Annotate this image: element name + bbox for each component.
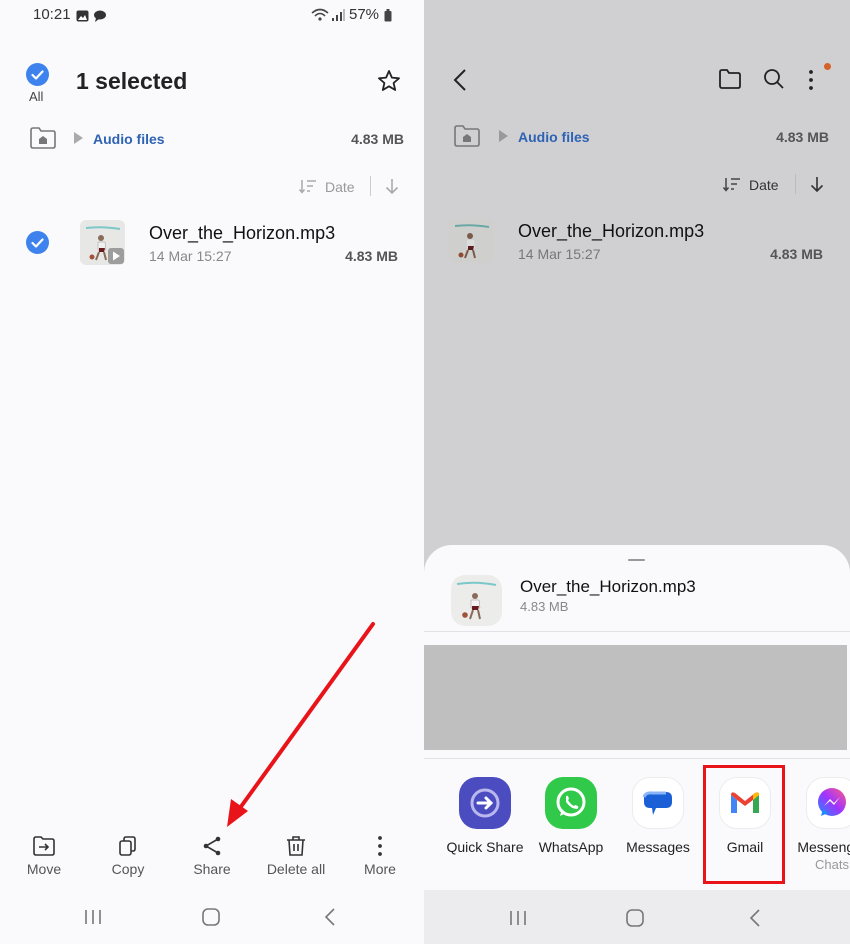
messages-icon	[632, 777, 684, 829]
app-sublabel: Chats	[815, 857, 849, 872]
breadcrumb-audio-files[interactable]: Audio files	[518, 129, 590, 145]
delete-all-button[interactable]: Delete all	[261, 835, 331, 877]
file-name: Over_the_Horizon.mp3	[518, 221, 705, 241]
copy-label: Copy	[111, 861, 145, 877]
file-row[interactable]: Over_the_Horizon.mp3 14 Mar 15:27 4.83 M…	[424, 213, 850, 269]
file-date: 14 Mar 15:27	[518, 246, 601, 262]
more-label: More	[364, 861, 396, 877]
shared-file-thumbnail	[451, 575, 502, 626]
quick-share-icon	[459, 777, 511, 829]
sort-icon[interactable]	[723, 177, 741, 192]
recent-apps-icon[interactable]	[83, 908, 103, 926]
app-messages[interactable]: Messages	[615, 777, 701, 855]
delete-all-label: Delete all	[266, 861, 326, 877]
folder-size: 4.83 MB	[776, 129, 829, 145]
drag-handle[interactable]	[628, 559, 645, 561]
direct-share-placeholder	[424, 645, 847, 750]
home-folder-icon[interactable]	[453, 124, 481, 148]
trash-icon	[287, 836, 305, 856]
search-icon[interactable]	[763, 68, 785, 90]
app-label: Messenger	[797, 839, 850, 855]
copy-icon	[119, 836, 136, 856]
app-quick-share[interactable]: Quick Share	[442, 777, 528, 855]
more-vertical-icon	[378, 836, 382, 856]
file-size: 4.83 MB	[770, 246, 823, 262]
arrow-down-icon[interactable]	[810, 176, 824, 193]
copy-button[interactable]: Copy	[93, 835, 163, 877]
share-button[interactable]: Share	[177, 835, 247, 877]
move-label: Move	[26, 861, 62, 877]
file-selection-screen: 10:21 57% All 1 selected Audio files 4.8…	[0, 0, 424, 944]
recent-apps-icon[interactable]	[508, 909, 528, 927]
shared-file-name: Over_the_Horizon.mp3	[520, 577, 696, 596]
more-vertical-icon[interactable]	[804, 68, 818, 92]
notification-dot	[824, 63, 831, 70]
annotation-arrow	[227, 622, 375, 827]
sheet-divider	[424, 758, 850, 759]
messenger-icon	[806, 777, 850, 829]
app-whatsapp[interactable]: WhatsApp	[528, 777, 614, 855]
shared-file-size: 4.83 MB	[520, 599, 569, 614]
move-icon	[33, 836, 55, 856]
share-icon	[203, 836, 221, 856]
app-label: WhatsApp	[538, 839, 604, 855]
sheet-divider	[424, 631, 850, 632]
navigation-bar	[424, 890, 850, 944]
file-thumbnail	[449, 218, 494, 263]
more-button[interactable]: More	[345, 835, 415, 877]
home-icon[interactable]	[201, 908, 221, 926]
album-art-icon	[454, 224, 490, 259]
home-icon[interactable]	[625, 909, 645, 927]
share-label: Share	[193, 861, 231, 877]
move-button[interactable]: Move	[9, 835, 79, 877]
back-icon[interactable]	[452, 68, 468, 92]
back-icon[interactable]	[321, 908, 341, 926]
whatsapp-icon	[545, 777, 597, 829]
breadcrumb-arrow-icon	[499, 130, 508, 142]
app-label: Quick Share	[446, 839, 524, 855]
navigation-bar	[0, 900, 424, 944]
gmail-highlight-box	[703, 765, 785, 884]
folder-icon[interactable]	[718, 68, 742, 90]
back-icon[interactable]	[746, 909, 766, 927]
sort-divider	[795, 174, 796, 194]
share-sheet-screen: Audio files 4.83 MB Date Over_the_Horizo…	[424, 0, 850, 944]
app-messenger[interactable]: Messenger Chats	[789, 777, 850, 872]
sort-label[interactable]: Date	[749, 177, 779, 193]
album-art-icon	[456, 581, 497, 620]
app-label: Messages	[626, 839, 690, 855]
